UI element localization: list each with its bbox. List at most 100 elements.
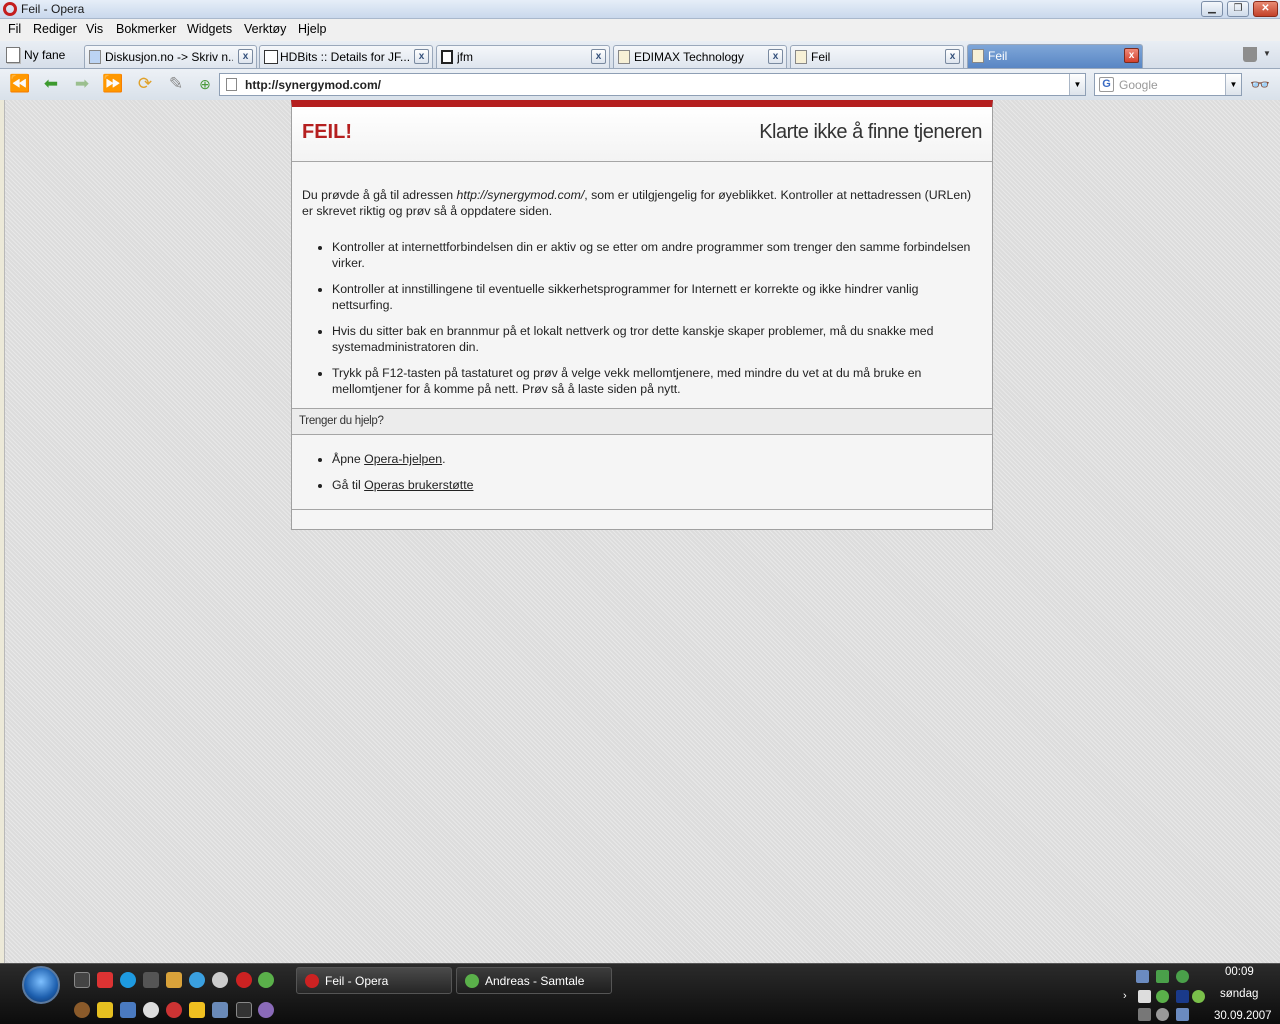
- new-page-icon: [6, 47, 20, 63]
- opera-help-link[interactable]: Opera-hjelpen: [364, 452, 442, 466]
- tab-edimax[interactable]: EDIMAX Technology x: [613, 45, 787, 68]
- page-icon: [795, 50, 807, 64]
- app-icon[interactable]: [258, 1002, 274, 1018]
- opera-support-link[interactable]: Operas brukerstøtte: [364, 478, 473, 492]
- app-icon[interactable]: [97, 972, 113, 988]
- utorrent-icon[interactable]: [1156, 990, 1169, 1003]
- close-tab-icon[interactable]: x: [238, 49, 253, 64]
- help-suffix: .: [442, 452, 446, 466]
- app-icon[interactable]: [1192, 990, 1205, 1003]
- intro-url: http://synergymod.com/: [456, 188, 585, 202]
- menu-rediger[interactable]: Rediger: [33, 22, 77, 36]
- skype-icon[interactable]: [120, 972, 136, 988]
- google-icon: G: [1099, 77, 1114, 92]
- error-header: FEIL! Klarte ikke å finne tjeneren: [292, 107, 992, 162]
- minimize-button[interactable]: ▁: [1201, 1, 1223, 17]
- new-tab-label: Ny fane: [24, 48, 66, 62]
- app-icon[interactable]: [1176, 990, 1189, 1003]
- help-prefix: Åpne: [332, 452, 365, 466]
- close-tab-icon[interactable]: x: [945, 49, 960, 64]
- taskbar-button-opera[interactable]: Feil - Opera: [296, 967, 452, 994]
- back-arrow-icon[interactable]: ⬅: [40, 73, 62, 95]
- start-button[interactable]: [22, 966, 60, 1004]
- menu-vis[interactable]: Vis: [86, 22, 103, 36]
- chevron-down-icon[interactable]: ▼: [1069, 74, 1085, 95]
- opera-icon[interactable]: [236, 972, 252, 988]
- menu-bokmerker[interactable]: Bokmerker: [116, 22, 176, 36]
- tab-bar: Ny fane Diskusjon.no -> Skriv n... x HDB…: [0, 41, 1280, 69]
- tab-diskusjon[interactable]: Diskusjon.no -> Skriv n... x: [84, 45, 257, 68]
- app-icon[interactable]: [120, 1002, 136, 1018]
- add-bookmark-icon[interactable]: ⊕: [194, 73, 216, 95]
- tab-hdbits[interactable]: HDBits :: Details for JF...... x: [259, 45, 433, 68]
- fast-forward-icon[interactable]: ⏩: [102, 73, 124, 95]
- close-tab-icon[interactable]: x: [414, 49, 429, 64]
- app-icon[interactable]: [143, 972, 159, 988]
- clock-time[interactable]: 00:09: [1225, 966, 1254, 978]
- address-bar[interactable]: http://synergymod.com/ ▼: [219, 73, 1086, 96]
- app-icon[interactable]: [1156, 970, 1169, 983]
- error-body: Du prøvde å gå til adressen http://syner…: [302, 187, 982, 407]
- tab-jfm[interactable]: jfm x: [436, 45, 610, 68]
- maximize-button[interactable]: ❐: [1227, 1, 1249, 17]
- close-tab-icon[interactable]: x: [768, 49, 783, 64]
- binoculars-icon[interactable]: 👓: [1250, 75, 1270, 95]
- trash-icon[interactable]: [1243, 47, 1257, 62]
- opera-icon: [3, 2, 17, 16]
- clock-day[interactable]: søndag: [1220, 988, 1258, 1000]
- app-icon[interactable]: [1156, 1008, 1169, 1021]
- chevron-down-icon[interactable]: ▼: [1225, 74, 1241, 95]
- forward-arrow-icon[interactable]: ➡: [71, 73, 93, 95]
- opera-icon: [305, 974, 319, 988]
- tab-label: Feil: [811, 50, 831, 64]
- tab-feil[interactable]: Feil x: [790, 45, 964, 68]
- taskbar-button-chat[interactable]: Andreas - Samtale: [456, 967, 612, 994]
- chevron-right-icon[interactable]: ›: [1123, 990, 1136, 1003]
- messenger-icon[interactable]: [189, 972, 205, 988]
- taskbar-button-label: Feil - Opera: [325, 974, 389, 988]
- app-icon[interactable]: [1138, 1008, 1151, 1021]
- menu-verktoy[interactable]: Verktøy: [244, 22, 286, 36]
- app-icon[interactable]: [143, 1002, 159, 1018]
- error-panel: FEIL! Klarte ikke å finne tjeneren Du pr…: [291, 100, 993, 530]
- error-badge: FEIL!: [302, 121, 352, 143]
- menu-widgets[interactable]: Widgets: [187, 22, 232, 36]
- rewind-icon[interactable]: ⏪: [9, 73, 31, 95]
- close-tab-icon[interactable]: x: [1124, 48, 1139, 63]
- utorrent-icon[interactable]: [258, 972, 274, 988]
- close-tab-icon[interactable]: x: [591, 49, 606, 64]
- window-title: Feil - Opera: [21, 2, 85, 16]
- app-icon[interactable]: [166, 1002, 182, 1018]
- search-placeholder: Google: [1119, 78, 1158, 92]
- page-icon: [441, 50, 453, 64]
- tab-feil-active[interactable]: Feil x: [967, 44, 1143, 68]
- chevron-down-icon[interactable]: ▼: [1263, 49, 1271, 58]
- star-icon[interactable]: [189, 1002, 205, 1018]
- app-icon[interactable]: [236, 1002, 252, 1018]
- app-icon[interactable]: [74, 1002, 90, 1018]
- network-icon[interactable]: [1136, 970, 1149, 983]
- clock-date[interactable]: 30.09.2007: [1214, 1010, 1272, 1022]
- new-tab-button[interactable]: Ny fane: [6, 44, 65, 66]
- search-field[interactable]: G Google ▼: [1094, 73, 1242, 96]
- address-url[interactable]: http://synergymod.com/: [245, 78, 381, 92]
- error-intro: Du prøvde å gå til adressen http://syner…: [302, 187, 982, 219]
- app-icon[interactable]: [97, 1002, 113, 1018]
- steam-icon[interactable]: [74, 972, 90, 988]
- page-icon: [972, 49, 984, 63]
- help-item: Gå til Operas brukerstøtte: [332, 477, 473, 493]
- menu-fil[interactable]: Fil: [8, 22, 21, 36]
- tab-label: EDIMAX Technology: [634, 50, 744, 64]
- app-icon[interactable]: [166, 972, 182, 988]
- messenger-icon[interactable]: [1176, 970, 1189, 983]
- app-icon[interactable]: [212, 1002, 228, 1018]
- close-button[interactable]: ✕: [1253, 1, 1278, 17]
- intro-text: Du prøvde å gå til adressen: [302, 188, 457, 202]
- pencil-icon[interactable]: ✎: [165, 73, 187, 95]
- menu-hjelp[interactable]: Hjelp: [298, 22, 327, 36]
- volume-icon[interactable]: [1176, 1008, 1189, 1021]
- app-icon[interactable]: [1138, 990, 1151, 1003]
- messenger-icon: [465, 974, 479, 988]
- app-icon[interactable]: [212, 972, 228, 988]
- reload-icon[interactable]: ⟳: [134, 73, 156, 95]
